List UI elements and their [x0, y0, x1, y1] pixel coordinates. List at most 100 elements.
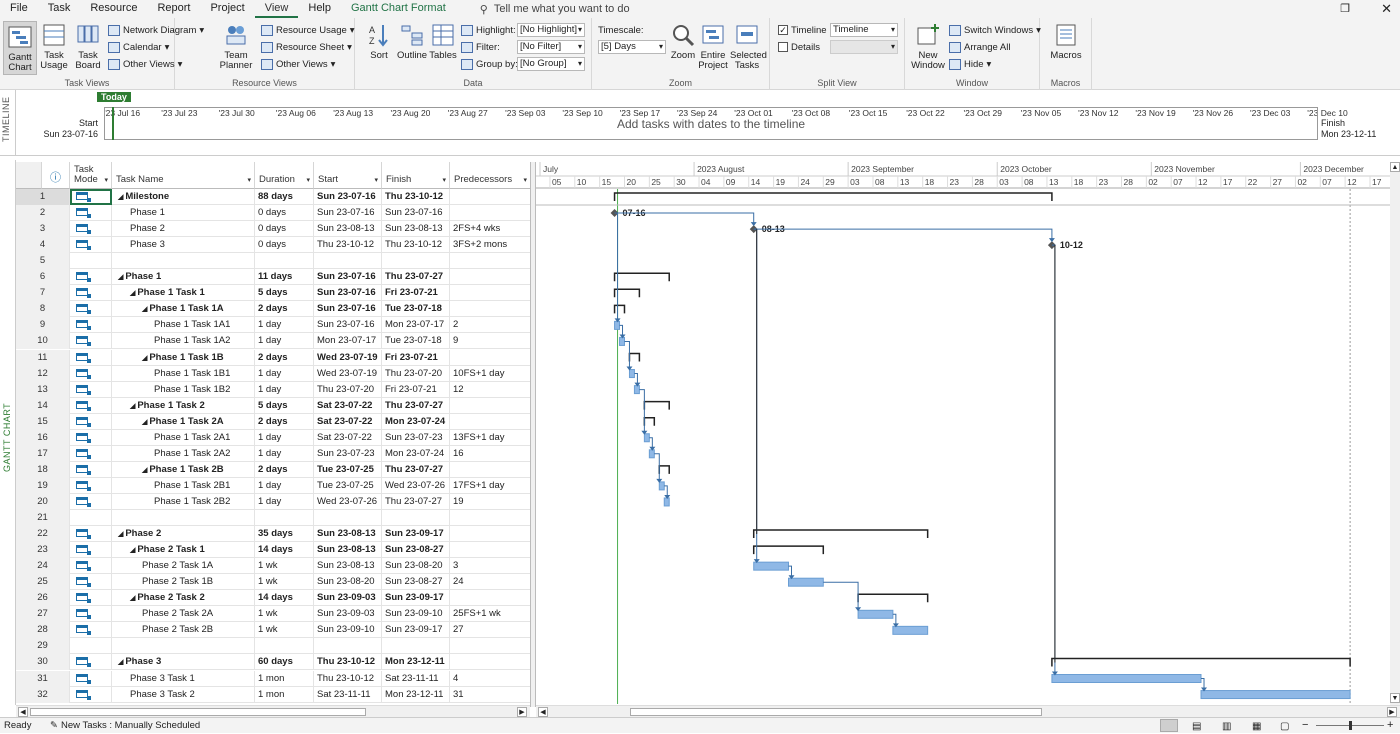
- row-id[interactable]: 15: [16, 413, 70, 430]
- menu-file[interactable]: File: [0, 0, 38, 18]
- predecessors-cell[interactable]: [450, 654, 530, 670]
- row-id[interactable]: 31: [16, 670, 70, 687]
- gantt-view-shortcut-icon[interactable]: [1160, 719, 1178, 732]
- start-cell[interactable]: Sun 23-08-13: [314, 542, 382, 559]
- predecessors-cell[interactable]: [450, 253, 530, 269]
- predecessors-cell[interactable]: 19: [450, 494, 530, 510]
- start-cell[interactable]: Sun 23-07-16: [314, 317, 382, 334]
- filter-dropdown[interactable]: [No Filter]: [517, 40, 585, 54]
- task-row[interactable]: 9 Phase 1 Task 1A1 1 day Sun 23-07-16 Mon 23…: [16, 317, 530, 334]
- duration-cell[interactable]: 1 wk: [255, 606, 314, 623]
- predecessors-cell[interactable]: 13FS+1 day: [450, 430, 530, 446]
- task-mode-cell[interactable]: [70, 590, 112, 607]
- duration-cell[interactable]: 60 days: [255, 654, 314, 671]
- row-id[interactable]: 4: [16, 237, 70, 254]
- row-id[interactable]: 19: [16, 477, 70, 494]
- task-mode-cell[interactable]: [70, 477, 112, 494]
- predecessors-cell[interactable]: [450, 510, 530, 526]
- task-mode-cell[interactable]: [70, 461, 112, 478]
- finish-cell[interactable]: Fri 23-07-21: [382, 349, 450, 366]
- task-name-cell[interactable]: ◢ Phase 2 Task 1: [112, 542, 255, 559]
- task-mode-cell[interactable]: [70, 638, 112, 655]
- start-cell[interactable]: Sat 23-07-22: [314, 429, 382, 446]
- start-cell[interactable]: Sun 23-09-03: [314, 590, 382, 607]
- task-usage-shortcut-icon[interactable]: ▤: [1192, 719, 1201, 734]
- duration-cell[interactable]: 1 wk: [255, 558, 314, 575]
- finish-cell[interactable]: Thu 23-10-12: [382, 189, 450, 205]
- finish-cell[interactable]: [382, 253, 450, 270]
- resource-sheet-button[interactable]: Resource Sheet ▾: [261, 40, 352, 54]
- finish-cell[interactable]: Thu 23-10-12: [382, 237, 450, 254]
- row-id[interactable]: 22: [16, 526, 70, 543]
- row-id[interactable]: 32: [16, 686, 70, 703]
- row-id[interactable]: 9: [16, 317, 70, 334]
- task-name-cell[interactable]: Phase 1: [112, 205, 255, 222]
- selected-tasks-button[interactable]: Selected Tasks: [730, 22, 767, 71]
- task-mode-cell[interactable]: [70, 317, 112, 334]
- duration-cell[interactable]: 1 day: [255, 445, 314, 462]
- start-cell[interactable]: Tue 23-07-25: [314, 461, 382, 478]
- task-name-cell[interactable]: ◢ Phase 1 Task 2B: [112, 461, 255, 478]
- finish-cell[interactable]: Sun 23-08-13: [382, 221, 450, 238]
- duration-cell[interactable]: 5 days: [255, 397, 314, 414]
- other-resource-views-button[interactable]: Other Views ▾: [261, 57, 335, 71]
- duration-cell[interactable]: 0 days: [255, 221, 314, 238]
- task-row[interactable]: 27 Phase 2 Task 2A 1 wk Sun 23-09-03 Sun 23-…: [16, 606, 530, 623]
- row-id[interactable]: 24: [16, 558, 70, 575]
- row-id[interactable]: 5: [16, 253, 70, 270]
- duration-cell[interactable]: 5 days: [255, 285, 314, 302]
- finish-cell[interactable]: Tue 23-07-18: [382, 333, 450, 350]
- menu-resource[interactable]: Resource: [80, 0, 147, 18]
- task-mode-cell[interactable]: [70, 686, 112, 703]
- predecessors-cell[interactable]: 10FS+1 day: [450, 366, 530, 382]
- duration-cell[interactable]: 1 day: [255, 429, 314, 446]
- task-name-cell[interactable]: Phase 3 Task 1: [112, 670, 255, 687]
- task-row[interactable]: 1 ◢ Milestone 88 days Sun 23-07-16 Thu 23-10…: [16, 189, 530, 205]
- row-id[interactable]: 23: [16, 542, 70, 559]
- task-row[interactable]: 11 ◢ Phase 1 Task 1B 2 days Wed 23-07-19 Fri…: [16, 349, 530, 366]
- row-id[interactable]: 10: [16, 333, 70, 350]
- start-cell[interactable]: Sun 23-07-16: [314, 189, 382, 205]
- start-cell[interactable]: Sun 23-09-03: [314, 606, 382, 623]
- task-row[interactable]: 21: [16, 510, 530, 526]
- task-row[interactable]: 19 Phase 1 Task 2B1 1 day Tue 23-07-25 Wed 2…: [16, 477, 530, 494]
- duration-cell[interactable]: 1 day: [255, 365, 314, 382]
- task-row[interactable]: 26 ◢ Phase 2 Task 2 14 days Sun 23-09-03 Sun…: [16, 590, 530, 607]
- task-row[interactable]: 6 ◢ Phase 1 11 days Sun 23-07-16 Thu 23-07-2…: [16, 269, 530, 286]
- task-usage-button[interactable]: Task Usage: [38, 22, 70, 71]
- task-mode-cell[interactable]: [70, 333, 112, 350]
- group-by-dropdown[interactable]: [No Group]: [517, 57, 585, 71]
- predecessors-cell[interactable]: [450, 301, 530, 317]
- tables-button[interactable]: Tables: [429, 22, 457, 61]
- finish-cell[interactable]: Thu 23-07-20: [382, 365, 450, 382]
- arrange-all-button[interactable]: Arrange All: [949, 40, 1010, 54]
- duration-cell[interactable]: 1 day: [255, 493, 314, 510]
- duration-cell[interactable]: 0 days: [255, 205, 314, 222]
- task-name-cell[interactable]: ◢ Phase 1 Task 1B: [112, 349, 255, 366]
- start-cell[interactable]: Sat 23-11-11: [314, 686, 382, 703]
- timescale-dropdown[interactable]: [5] Days: [598, 40, 666, 54]
- other-task-views-button[interactable]: Other Views ▾: [108, 57, 182, 71]
- finish-cell[interactable]: Mon 23-07-24: [382, 413, 450, 430]
- start-cell[interactable]: Sun 23-08-20: [314, 574, 382, 591]
- task-name-cell[interactable]: Phase 1 Task 2B1: [112, 477, 255, 494]
- timeline-checkbox[interactable]: ✓ Timeline: [778, 23, 827, 37]
- task-name-cell[interactable]: Phase 1 Task 1A2: [112, 333, 255, 350]
- scroll-up-icon[interactable]: ▲: [1390, 162, 1400, 172]
- duration-cell[interactable]: 35 days: [255, 526, 314, 543]
- task-row[interactable]: 3 Phase 20 days Sun 23-08-13 Sun 23-08-13 2F…: [16, 221, 530, 238]
- timeline-dropdown[interactable]: Timeline: [830, 23, 898, 37]
- finish-cell[interactable]: Mon 23-12-11: [382, 686, 450, 703]
- start-cell[interactable]: Sun 23-07-16: [314, 269, 382, 286]
- menu-view[interactable]: View: [254, 0, 299, 18]
- task-mode-header[interactable]: Task Mode ▾: [70, 162, 112, 189]
- task-name-cell[interactable]: [112, 638, 255, 655]
- start-cell[interactable]: Sun 23-08-13: [314, 221, 382, 238]
- predecessors-cell[interactable]: 16: [450, 446, 530, 462]
- predecessors-cell[interactable]: 4: [450, 671, 530, 687]
- task-mode-cell[interactable]: [70, 670, 112, 687]
- close-icon[interactable]: ✕: [1381, 1, 1392, 17]
- duration-cell[interactable]: [255, 638, 314, 655]
- team-planner-button[interactable]: Team Planner: [219, 22, 253, 71]
- table-horizontal-scrollbar[interactable]: ◀ ▶: [16, 705, 530, 717]
